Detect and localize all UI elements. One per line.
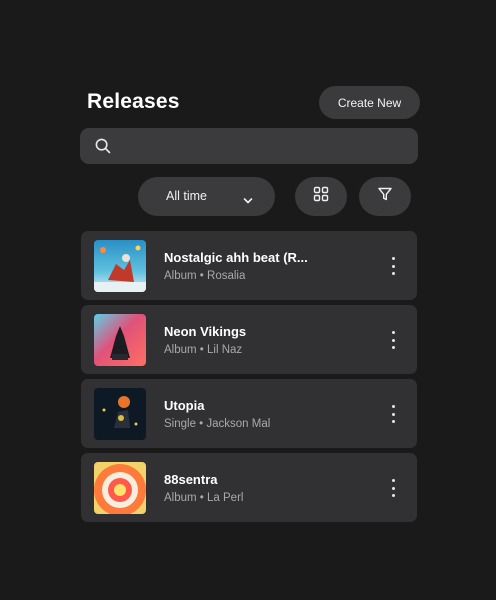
grid-icon [313,186,329,207]
release-title: 88sentra [164,472,218,487]
search-input[interactable] [80,128,418,164]
grid-view-button[interactable] [295,177,347,216]
funnel-icon [377,186,393,207]
search-icon [95,138,111,154]
album-cover-image [94,240,146,292]
more-options-icon[interactable] [387,257,399,275]
page-title: Releases [87,90,180,113]
release-title: Nostalgic ahh beat (R... [164,250,308,265]
more-options-icon[interactable] [387,405,399,423]
release-row[interactable]: Neon Vikings Album • Lil Naz [81,305,417,374]
release-subtitle: Album • Lil Naz [164,344,243,356]
more-options-icon[interactable] [387,479,399,497]
release-subtitle: Album • Rosalia [164,270,246,282]
album-cover-image [94,388,146,440]
album-cover-image [94,462,146,514]
release-row[interactable]: 88sentra Album • La Perl [81,453,417,522]
release-subtitle: Album • La Perl [164,492,244,504]
album-cover-image [94,314,146,366]
release-title: Utopia [164,398,205,413]
release-title: Neon Vikings [164,324,247,339]
filter-button[interactable] [359,177,411,216]
more-options-icon[interactable] [387,331,399,349]
time-range-value: All time [166,189,207,203]
release-subtitle: Single • Jackson Mal [164,418,271,430]
time-range-select[interactable]: All time [138,177,275,216]
chevron-down-icon [243,192,253,204]
release-row[interactable]: Nostalgic ahh beat (R... Album • Rosalia [81,231,417,300]
release-list: Nostalgic ahh beat (R... Album • Rosalia… [81,231,417,527]
release-row[interactable]: Utopia Single • Jackson Mal [81,379,417,448]
create-new-button[interactable]: Create New [319,86,420,119]
